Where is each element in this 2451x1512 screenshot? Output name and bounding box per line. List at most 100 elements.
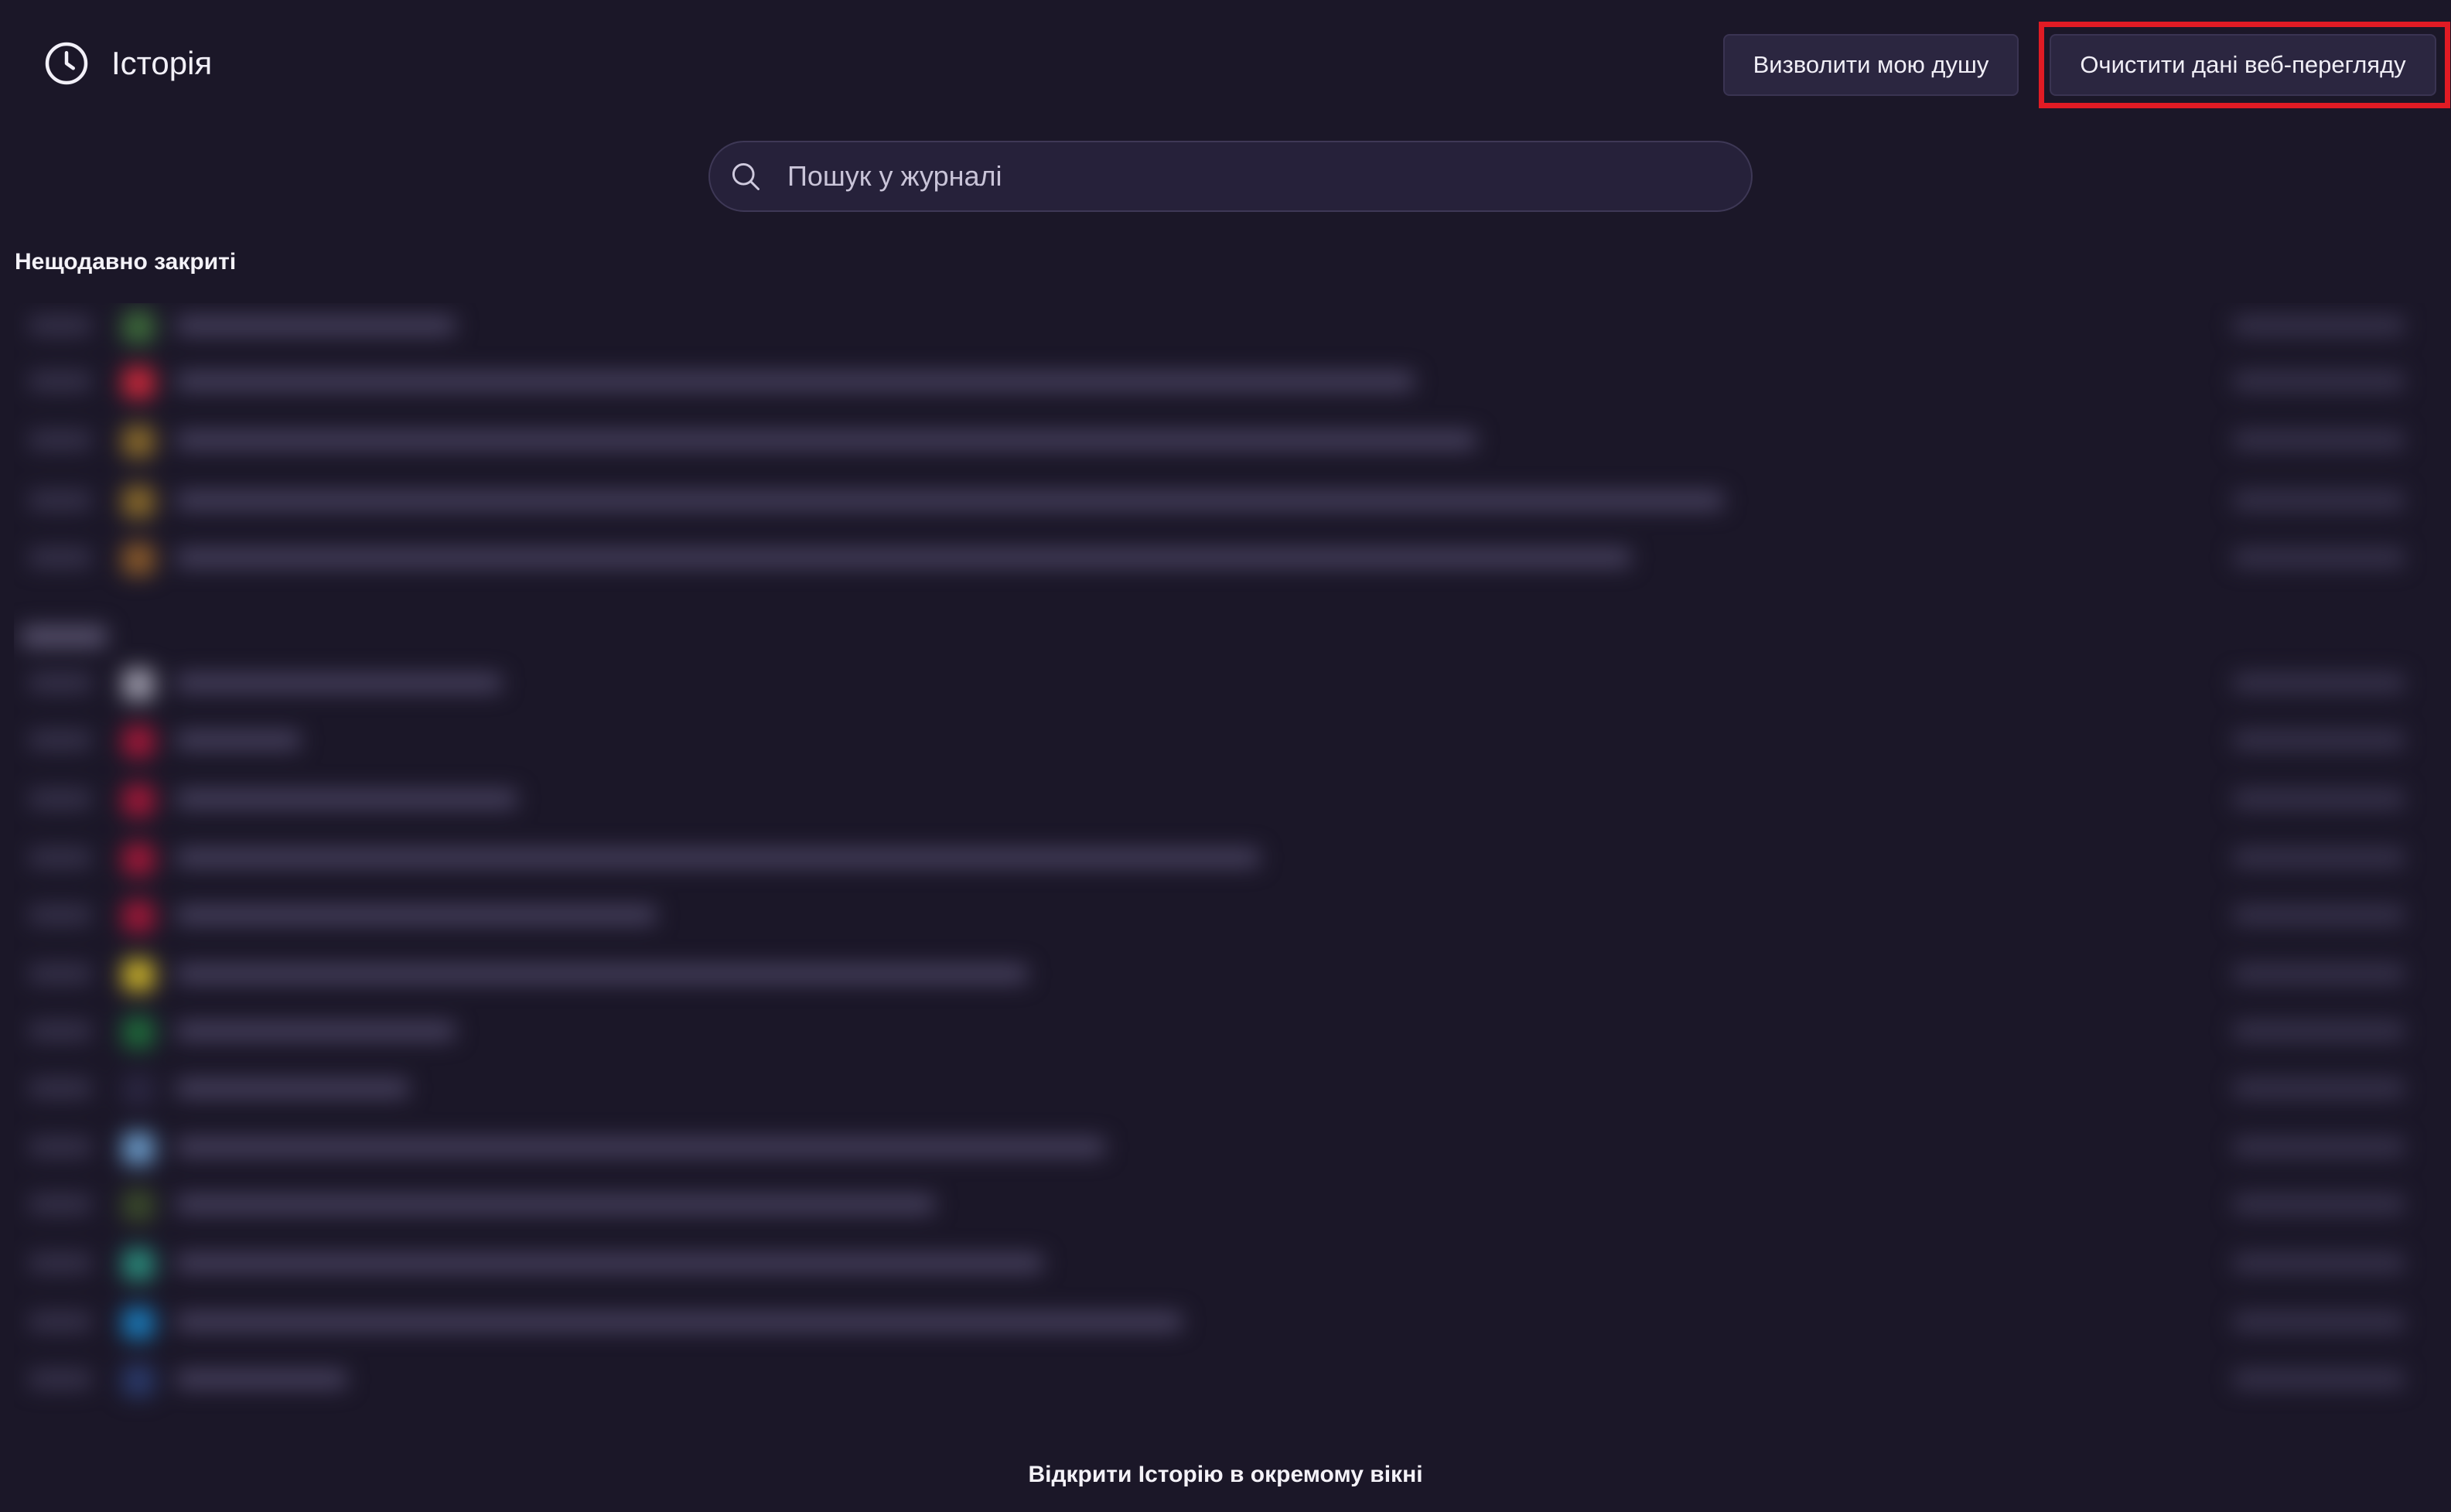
favicon-icon xyxy=(122,486,155,518)
list-item[interactable] xyxy=(14,478,2427,524)
list-item[interactable] xyxy=(14,1357,2427,1403)
list-item[interactable] xyxy=(14,718,2427,764)
list-item[interactable] xyxy=(14,776,2427,823)
search-input[interactable] xyxy=(786,159,1751,193)
list-item[interactable] xyxy=(14,303,2427,350)
favicon-icon xyxy=(122,1248,155,1281)
list-item[interactable] xyxy=(14,1125,2427,1171)
list-item-time xyxy=(29,965,91,982)
favicon-icon xyxy=(122,784,155,817)
recently-closed-heading: Нещодавно закриті xyxy=(15,249,237,275)
favicon-icon xyxy=(122,1016,155,1049)
list-item-meta xyxy=(2234,1022,2404,1039)
favicon-icon xyxy=(122,1307,155,1340)
clear-browsing-data-button[interactable]: Очистити дані веб-перегляду xyxy=(2050,34,2436,96)
list-item[interactable] xyxy=(14,1299,2427,1346)
list-item-time xyxy=(29,790,91,807)
list-item-time xyxy=(29,1254,91,1271)
favicon-icon xyxy=(122,1073,155,1106)
list-item-time xyxy=(29,317,91,334)
list-item[interactable] xyxy=(14,1066,2427,1112)
list-item-title xyxy=(176,1080,408,1097)
favicon-icon xyxy=(122,1364,155,1397)
list-item-time xyxy=(29,732,91,749)
list-item-title xyxy=(176,1370,346,1387)
list-item-meta xyxy=(2234,1138,2404,1155)
favicon-icon xyxy=(122,311,155,343)
list-item-time xyxy=(29,549,91,566)
list-item-title xyxy=(176,492,1723,509)
list-item[interactable] xyxy=(14,1182,2427,1228)
list-item-meta xyxy=(2234,965,2404,982)
history-panel: Історія Визволити мою душу Очистити дані… xyxy=(0,0,2451,1512)
favicon-icon xyxy=(122,668,155,701)
open-history-in-window-link[interactable]: Відкрити Історію в окремому вікні xyxy=(0,1462,2451,1488)
favicon-icon xyxy=(122,543,155,575)
blurred-history-entries xyxy=(14,303,2427,1440)
list-item-time xyxy=(29,373,91,390)
list-item-title xyxy=(176,674,501,691)
release-my-soul-button[interactable]: Визволити мою душу xyxy=(1723,34,2019,96)
list-item[interactable] xyxy=(14,893,2427,939)
list-item-meta xyxy=(2234,492,2404,509)
favicon-icon xyxy=(122,425,155,458)
favicon-icon xyxy=(122,725,155,758)
list-item-time xyxy=(29,674,91,691)
list-item-meta xyxy=(2234,1196,2404,1213)
list-item-meta xyxy=(2234,1313,2404,1330)
list-item-title xyxy=(176,906,656,923)
list-item-meta xyxy=(2234,674,2404,691)
list-item-title xyxy=(176,1138,1104,1155)
list-item-title xyxy=(176,432,1476,449)
list-item[interactable] xyxy=(14,535,2427,582)
favicon-icon xyxy=(122,959,155,992)
list-item-title xyxy=(176,1022,455,1039)
search-icon xyxy=(732,162,760,190)
list-item-time xyxy=(29,1080,91,1097)
clock-icon xyxy=(45,42,88,85)
list-item-title xyxy=(176,849,1259,866)
list-item-time xyxy=(29,1196,91,1213)
list-item-title xyxy=(176,1313,1182,1330)
list-item-time xyxy=(29,1370,91,1387)
list-item-time xyxy=(29,906,91,923)
list-item-time xyxy=(29,1022,91,1039)
history-search-box[interactable] xyxy=(708,141,1753,212)
page-title-group: Історія xyxy=(43,40,212,87)
favicon-icon xyxy=(122,900,155,933)
list-item-meta xyxy=(2234,432,2404,449)
list-item-title xyxy=(176,1254,1043,1271)
list-item-meta xyxy=(2234,1254,2404,1271)
favicon-icon xyxy=(122,1132,155,1165)
list-item-title xyxy=(176,549,1630,566)
page-title: Історія xyxy=(111,45,213,81)
list-item-meta xyxy=(2234,317,2404,334)
list-item[interactable] xyxy=(14,1009,2427,1055)
list-item[interactable] xyxy=(14,660,2427,707)
favicon-icon xyxy=(122,367,155,399)
list-item-meta xyxy=(2234,849,2404,866)
list-item[interactable] xyxy=(14,1241,2427,1287)
list-item-title xyxy=(176,317,455,334)
list-item[interactable] xyxy=(14,951,2427,998)
list-item[interactable] xyxy=(14,835,2427,882)
list-item-meta xyxy=(2234,373,2404,390)
history-list[interactable] xyxy=(14,303,2427,1440)
list-item-title xyxy=(176,965,1027,982)
list-item-title xyxy=(176,373,1414,390)
list-item-time xyxy=(29,849,91,866)
list-item-meta xyxy=(2234,549,2404,566)
list-item-time xyxy=(29,1313,91,1330)
favicon-icon xyxy=(122,1189,155,1222)
list-item-time xyxy=(29,492,91,509)
history-header: Історія Визволити мою душу Очистити дані… xyxy=(0,0,2451,131)
blurred-section-label xyxy=(22,626,107,647)
list-item-meta xyxy=(2234,1370,2404,1387)
list-item-meta xyxy=(2234,732,2404,749)
favicon-icon xyxy=(122,843,155,875)
list-item-time xyxy=(29,1138,91,1155)
list-item-title xyxy=(176,790,517,807)
list-item[interactable] xyxy=(14,418,2427,464)
list-item[interactable] xyxy=(14,359,2427,405)
list-item-title xyxy=(176,1196,934,1213)
